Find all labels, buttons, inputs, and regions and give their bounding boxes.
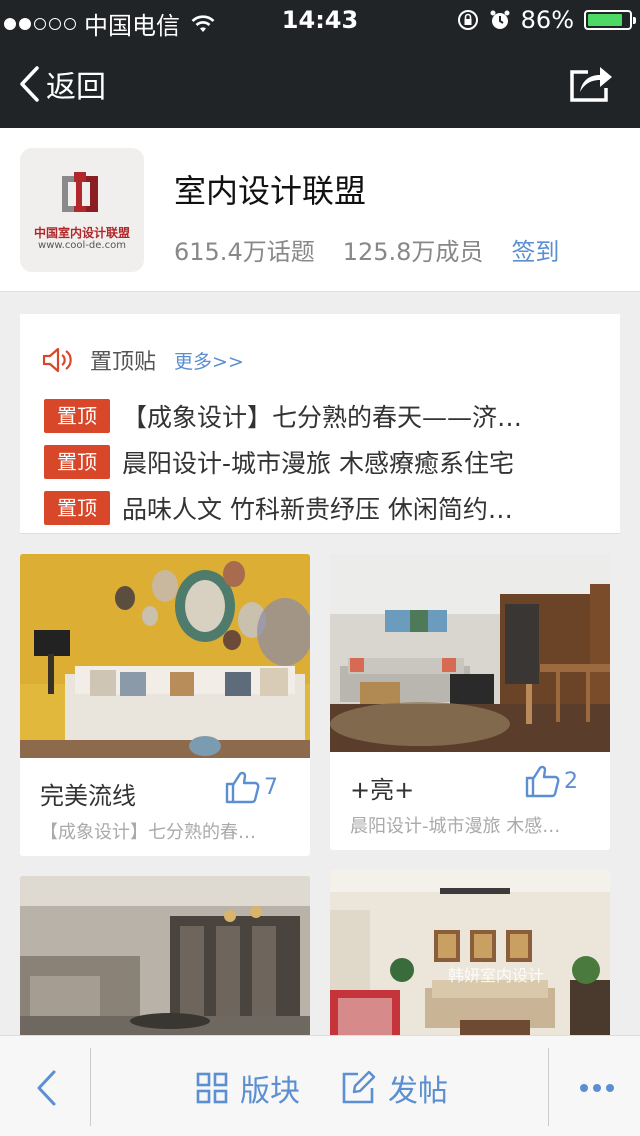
post-excerpt: 【成象设计】七分熟的春… [40, 822, 256, 843]
post-photo [20, 554, 310, 758]
member-count: 125.8万成员 [342, 238, 484, 266]
pinned-header: 置顶贴 更多>> [42, 344, 244, 376]
topic-count: 615.4万话题 [174, 238, 315, 266]
post-photo [330, 554, 610, 752]
pinned-item-title: 品味人文 竹科新贵纾压 休闲简约… [122, 495, 513, 524]
thumbs-up-icon [225, 771, 260, 804]
new-post-label: 发帖 [388, 1074, 448, 1109]
speaker-icon [42, 347, 72, 373]
pinned-badge: 置顶 [44, 491, 110, 525]
status-right: 86% [457, 6, 636, 34]
pinned-item-title: 晨阳设计-城市漫旅 木感療癒系住宅 [122, 449, 514, 478]
like-button[interactable]: 2 [524, 764, 578, 798]
logo-mark-icon [62, 172, 98, 212]
battery-icon [584, 10, 636, 30]
toolbar-back-button[interactable] [34, 1070, 58, 1110]
group-stats: 615.4万话题 125.8万成员 签到 [174, 232, 587, 267]
sections-button[interactable]: 版块 [196, 1066, 300, 1110]
share-icon [570, 67, 612, 102]
more-dots-icon [580, 1084, 588, 1092]
post-title: 完美流线 [40, 782, 136, 810]
post-card[interactable] [20, 876, 310, 1056]
thumbs-up-icon [525, 765, 560, 798]
grid-icon [196, 1072, 228, 1104]
toolbar-divider [548, 1048, 549, 1126]
alarm-icon [490, 10, 510, 29]
post-photo: 韩妍室内设计 [330, 870, 610, 1056]
pinned-item[interactable]: 置顶 晨阳设计-城市漫旅 木感療癒系住宅 [44, 444, 574, 480]
pinned-badge: 置顶 [44, 445, 110, 479]
share-button[interactable] [568, 62, 614, 108]
more-options-button[interactable] [580, 1084, 614, 1092]
back-button[interactable]: 返回 [18, 62, 106, 106]
post-card[interactable]: +亮+ 2 晨阳设计-城市漫旅 木感… [330, 554, 610, 850]
back-label: 返回 [46, 70, 106, 105]
pinned-badge: 置顶 [44, 399, 110, 433]
edit-icon [342, 1070, 376, 1104]
pinned-posts: 置顶贴 更多>> 置顶 【成象设计】七分熟的春天——济… 置顶 晨阳设计-城市漫… [20, 314, 620, 534]
orientation-lock-icon [457, 10, 478, 30]
post-excerpt: 晨阳设计-城市漫旅 木感… [350, 816, 561, 837]
pinned-item[interactable]: 置顶 品味人文 竹科新贵纾压 休闲简约… [44, 490, 574, 526]
group-name: 室内设计联盟 [174, 172, 367, 210]
logo-url: www.cool-de.com [38, 240, 126, 251]
toolbar-divider [90, 1048, 91, 1126]
sections-label: 版块 [240, 1074, 300, 1109]
chevron-left-icon [20, 66, 39, 102]
battery-level [588, 14, 623, 26]
post-card[interactable]: 韩妍室内设计 [330, 870, 610, 1056]
signin-button[interactable]: 签到 [511, 232, 559, 267]
group-logo: 中国室内设计联盟 www.cool-de.com [20, 148, 144, 272]
pinned-item[interactable]: 置顶 【成象设计】七分熟的春天——济… [44, 398, 574, 434]
photo-watermark: 韩妍室内设计 [448, 966, 545, 985]
more-dots-icon [593, 1084, 601, 1092]
like-button[interactable]: 7 [224, 770, 278, 804]
post-photo [20, 876, 310, 1056]
post-card[interactable]: 完美流线 7 【成象设计】七分熟的春… [20, 554, 310, 856]
more-dots-icon [606, 1084, 614, 1092]
battery-percent: 86% [520, 6, 574, 34]
pinned-title: 置顶贴 [90, 350, 157, 375]
pinned-item-title: 【成象设计】七分熟的春天——济… [122, 403, 523, 432]
chevron-left-icon [37, 1070, 56, 1106]
pinned-more-link[interactable]: 更多>> [174, 347, 244, 374]
bottom-toolbar: 版块 发帖 [0, 1035, 640, 1136]
like-count: 7 [264, 774, 278, 800]
logo-text: 中国室内设计联盟 [33, 226, 130, 240]
like-count: 2 [564, 768, 578, 794]
new-post-button[interactable]: 发帖 [340, 1066, 448, 1110]
group-header: 中国室内设计联盟 www.cool-de.com 室内设计联盟 615.4万话题… [0, 128, 640, 292]
navigation-bar: 返回 [0, 40, 640, 128]
post-title: +亮+ [350, 776, 415, 804]
status-bar: 中国电信 14:43 86% [0, 0, 640, 40]
